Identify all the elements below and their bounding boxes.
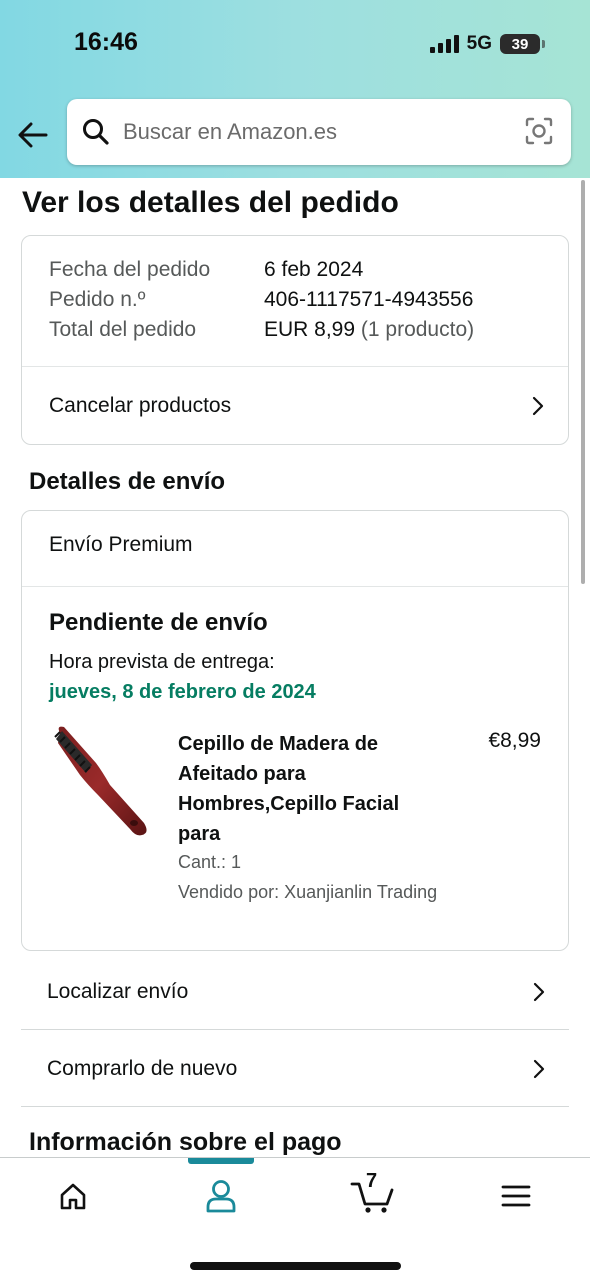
order-total-count: (1 producto) [360, 318, 475, 341]
product-price: €8,99 [488, 729, 541, 752]
order-number-value: 406-1117571-4943556 [264, 288, 474, 311]
account-icon [206, 1180, 236, 1213]
cancel-products-button[interactable]: Cancelar productos [22, 367, 568, 445]
track-shipment-button[interactable]: Localizar envío [21, 954, 569, 1030]
nav-home[interactable] [51, 1176, 95, 1216]
product-title-link[interactable]: Cepillo de Madera de Afeitado para Hombr… [178, 729, 428, 849]
chevron-right-icon [533, 982, 545, 1002]
search-bar[interactable] [67, 99, 571, 165]
shipping-type: Envío Premium [49, 533, 193, 556]
cart-count: 7 [366, 1170, 378, 1192]
status-icons: 5G 39 [429, 33, 545, 55]
order-total-label: Total del pedido [49, 318, 197, 341]
menu-icon [501, 1185, 531, 1207]
product-image[interactable] [52, 723, 152, 838]
arrow-left-icon[interactable] [16, 118, 50, 152]
active-tab-indicator [188, 1158, 254, 1164]
search-input[interactable] [123, 119, 503, 145]
nav-cart[interactable]: 7 [347, 1170, 397, 1216]
nav-menu[interactable] [494, 1176, 538, 1216]
track-shipment-label: Localizar envío [47, 979, 189, 1003]
home-indicator [190, 1262, 401, 1270]
order-summary-card: Fecha del pedido 6 feb 2024 Pedido n.º 4… [21, 235, 569, 445]
app-header: 16:46 5G 39 [0, 0, 590, 178]
eta-date: jueves, 8 de febrero de 2024 [49, 681, 316, 703]
shipment-card: Envío Premium Pendiente de envío Hora pr… [21, 510, 569, 951]
buy-again-button[interactable]: Comprarlo de nuevo [21, 1031, 569, 1107]
nav-account[interactable] [199, 1176, 243, 1216]
bottom-nav: 7 [0, 1157, 590, 1280]
page-title: Ver los detalles del pedido [22, 186, 399, 219]
signal-icon [429, 35, 459, 53]
order-date-value: 6 feb 2024 [264, 258, 364, 281]
scrollbar[interactable] [581, 180, 585, 584]
cancel-products-label: Cancelar productos [49, 394, 232, 417]
shipping-section-title: Detalles de envío [29, 468, 226, 495]
divider [22, 586, 568, 587]
order-date-label: Fecha del pedido [49, 258, 211, 281]
camera-scan-icon[interactable] [524, 116, 554, 146]
eta-label: Hora prevista de entrega: [49, 651, 275, 673]
home-icon [60, 1183, 86, 1210]
payment-section-title: Información sobre el pago [29, 1128, 342, 1156]
product-quantity: Cant.: 1 [178, 852, 242, 872]
chevron-right-icon [533, 1059, 545, 1079]
order-total-value: EUR 8,99 (1 producto) [264, 318, 474, 342]
search-icon [83, 119, 109, 145]
product-seller: Vendido por: Xuanjianlin Trading [178, 882, 438, 902]
battery-icon: 39 [500, 34, 545, 54]
order-total-amount: EUR 8,99 [264, 318, 356, 341]
shipment-status: Pendiente de envío [49, 609, 268, 636]
status-time: 16:46 [74, 28, 138, 56]
chevron-right-icon [532, 396, 544, 416]
order-number-label: Pedido n.º [49, 288, 146, 311]
buy-again-label: Comprarlo de nuevo [47, 1056, 238, 1080]
network-type: 5G [466, 33, 492, 54]
